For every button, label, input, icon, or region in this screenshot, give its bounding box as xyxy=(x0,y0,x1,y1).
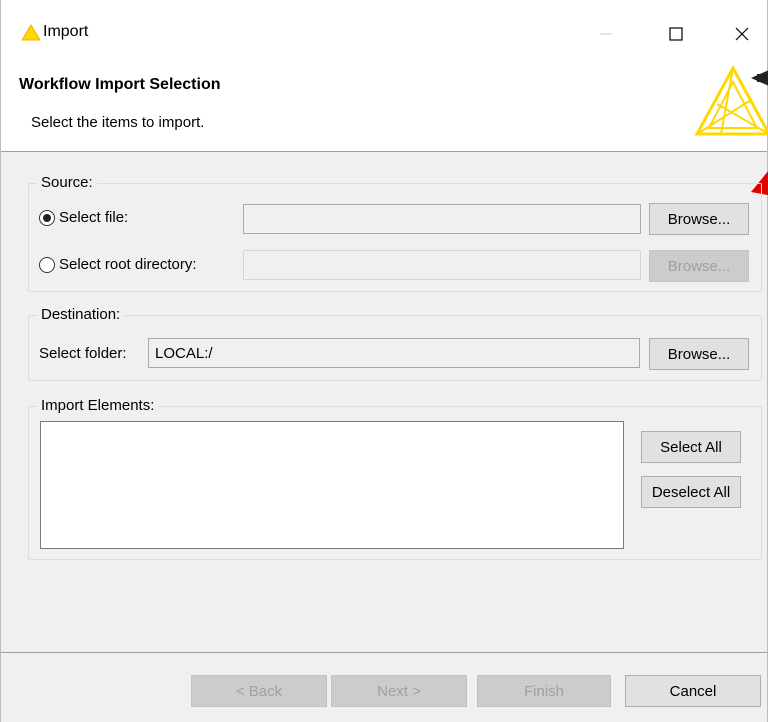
select-root-directory-radio[interactable]: Select root directory: xyxy=(39,256,197,273)
import-elements-list[interactable] xyxy=(40,421,624,549)
minimize-button[interactable] xyxy=(583,16,629,52)
back-button: < Back xyxy=(191,675,327,707)
radio-unchecked-icon xyxy=(39,256,55,273)
close-button[interactable] xyxy=(719,16,765,52)
select-file-radio[interactable]: Select file: xyxy=(39,209,128,226)
select-folder-field[interactable] xyxy=(148,338,640,368)
maximize-icon xyxy=(669,27,683,41)
browse-folder-button[interactable]: Browse... xyxy=(649,338,749,370)
browse-root-directory-button: Browse... xyxy=(649,250,749,282)
cancel-button[interactable]: Cancel xyxy=(625,675,761,707)
select-all-button[interactable]: Select All xyxy=(641,431,741,463)
import-dialog: Import Workflow Import Selection Select … xyxy=(0,0,768,722)
window-title: Import xyxy=(43,23,89,40)
finish-button: Finish xyxy=(477,675,611,707)
import-elements-group-label: Import Elements: xyxy=(37,397,159,415)
select-root-directory-label: Select root directory: xyxy=(59,256,197,273)
header-banner: Workflow Import Selection Select the ite… xyxy=(1,64,768,152)
select-file-field[interactable] xyxy=(243,204,641,234)
select-folder-label: Select folder: xyxy=(39,345,127,362)
minimize-icon xyxy=(600,33,612,35)
close-icon xyxy=(735,27,749,41)
knime-import-logo-icon xyxy=(694,64,768,136)
maximize-button[interactable] xyxy=(653,16,699,52)
next-button: Next > xyxy=(331,675,467,707)
deselect-all-button[interactable]: Deselect All xyxy=(641,476,741,508)
destination-group-label: Destination: xyxy=(37,306,125,324)
knime-triangle-icon xyxy=(21,24,41,41)
page-subtitle: Select the items to import. xyxy=(31,114,205,131)
source-group-label: Source: xyxy=(37,174,97,192)
select-root-directory-field xyxy=(243,250,641,280)
browse-file-button[interactable]: Browse... xyxy=(649,203,749,235)
footer-separator xyxy=(1,652,767,653)
radio-checked-icon xyxy=(39,209,55,226)
page-title: Workflow Import Selection xyxy=(19,76,221,93)
select-file-label: Select file: xyxy=(59,209,129,226)
title-bar[interactable]: Import xyxy=(1,0,767,64)
